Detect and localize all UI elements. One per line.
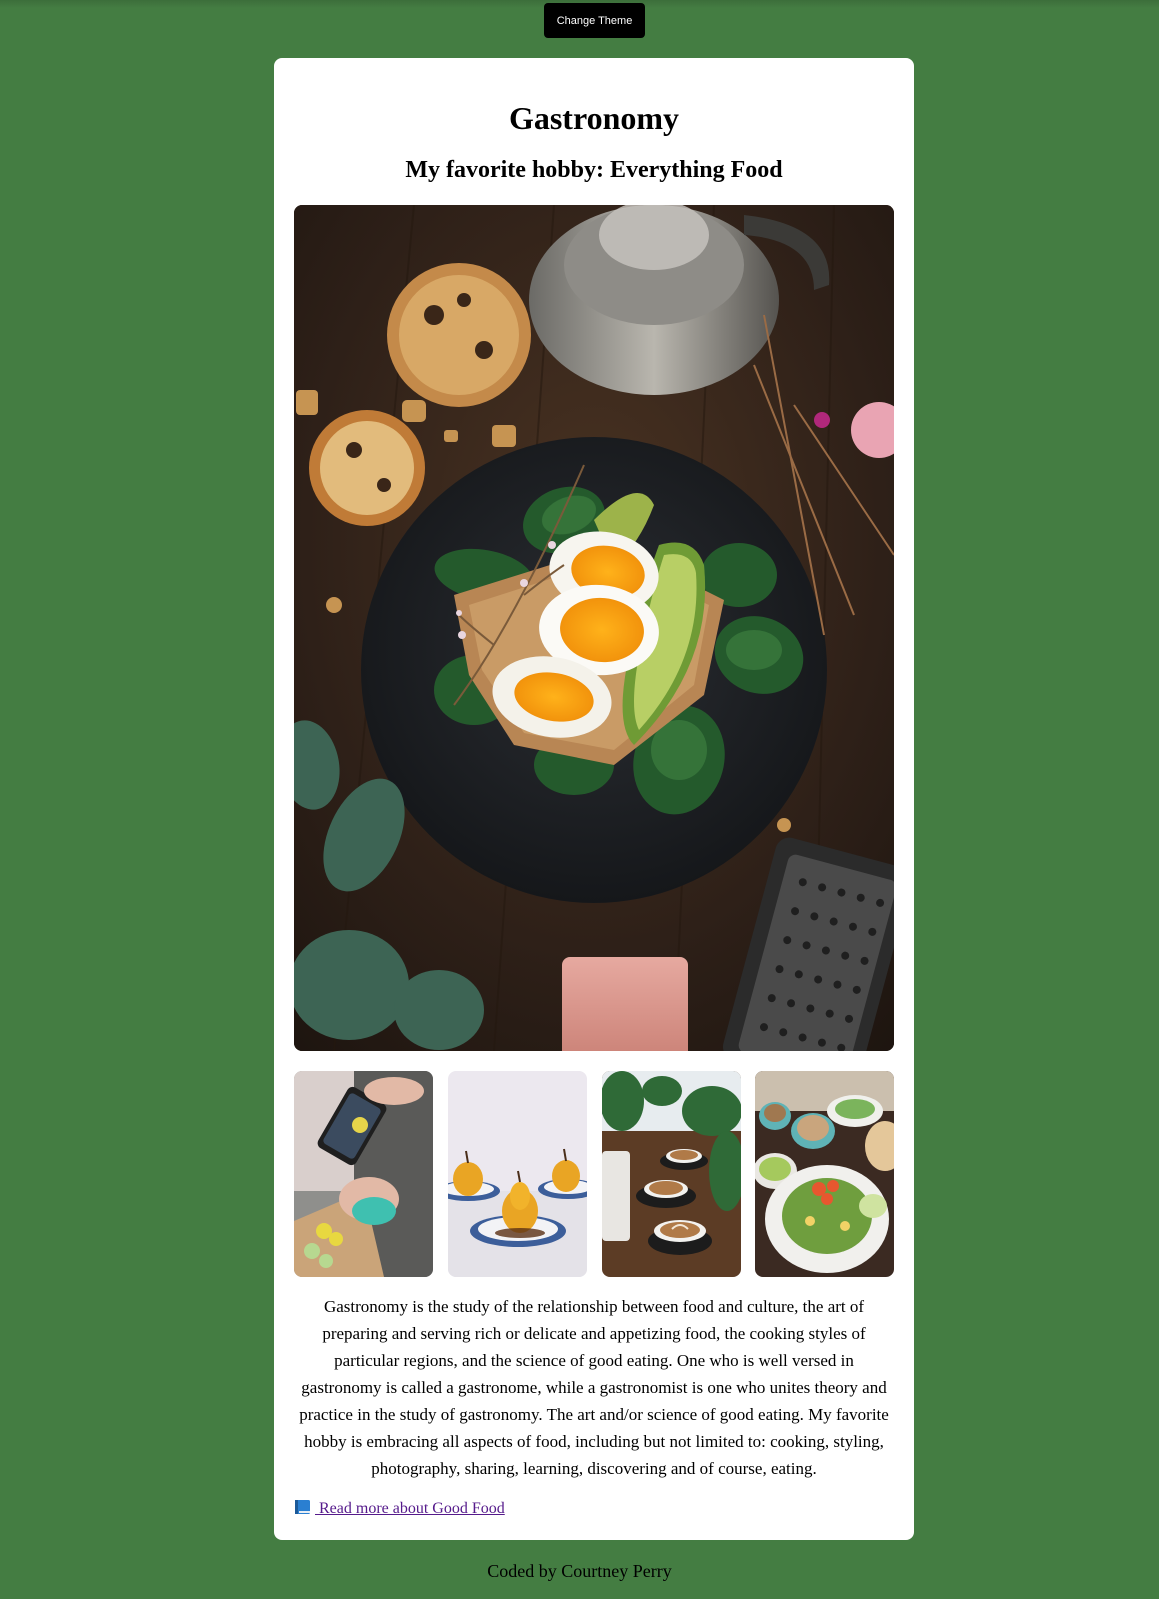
hero-food-image xyxy=(294,205,894,1051)
hobby-description: Gastronomy is the study of the relations… xyxy=(299,1297,889,1478)
gallery-image-phone-photography xyxy=(294,1071,433,1277)
footer-credit: Coded by Courtney Perry xyxy=(487,1561,672,1581)
book-icon xyxy=(294,1499,312,1515)
change-theme-button[interactable]: Change Theme xyxy=(544,3,645,38)
page-title: Gastronomy xyxy=(508,100,680,136)
read-more-link[interactable]: Read more about Good Food xyxy=(294,1499,505,1518)
gallery-image-salad-table xyxy=(755,1071,894,1277)
read-more-label: Read more about Good Food xyxy=(315,1500,505,1517)
gallery-image-latte-cups xyxy=(602,1071,741,1277)
content-card: Gastronomy My favorite hobby: Everything… xyxy=(274,58,914,1540)
gallery-image-poached-pears xyxy=(448,1071,587,1277)
page-subtitle: My favorite hobby: Everything Food xyxy=(405,157,783,183)
